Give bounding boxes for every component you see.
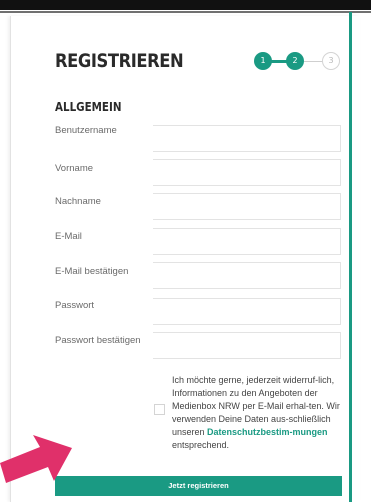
email-input[interactable] [153, 228, 341, 255]
card-accent-rule [349, 12, 352, 502]
consent-text-after: entsprechend. [172, 440, 230, 450]
email-confirm-label: E-Mail bestätigen [55, 266, 129, 277]
newsletter-checkbox[interactable] [154, 404, 165, 415]
password-label: Passwort [55, 300, 95, 311]
password-input[interactable] [153, 298, 341, 325]
progress-stepper: 1 2 3 [252, 52, 342, 72]
email-confirm-input[interactable] [153, 262, 341, 289]
email-label: E-Mail [55, 231, 82, 242]
step-2-indicator: 2 [286, 52, 304, 70]
password-confirm-input[interactable] [153, 332, 341, 359]
privacy-policy-link[interactable]: Datenschutzbestim-mungen [207, 427, 328, 437]
password-confirm-label: Passwort bestätigen [55, 335, 141, 346]
username-label: Benutzername [55, 125, 117, 136]
page-title: REGISTRIEREN [55, 50, 184, 72]
firstname-input[interactable] [153, 159, 341, 186]
lastname-input[interactable] [153, 193, 341, 220]
section-title: ALLGEMEIN [55, 100, 122, 114]
firstname-label: Vorname [55, 163, 94, 174]
register-button[interactable]: Jetzt registrieren [55, 476, 342, 496]
newsletter-consent-text: Ich möchte gerne, jederzeit widerruf-lic… [172, 374, 344, 452]
top-bar [0, 0, 371, 13]
step-1-indicator: 1 [254, 52, 272, 70]
lastname-label: Nachname [55, 196, 101, 207]
step-3-indicator: 3 [322, 52, 340, 70]
annotation-arrow-icon [0, 435, 72, 483]
username-input[interactable] [153, 125, 341, 152]
